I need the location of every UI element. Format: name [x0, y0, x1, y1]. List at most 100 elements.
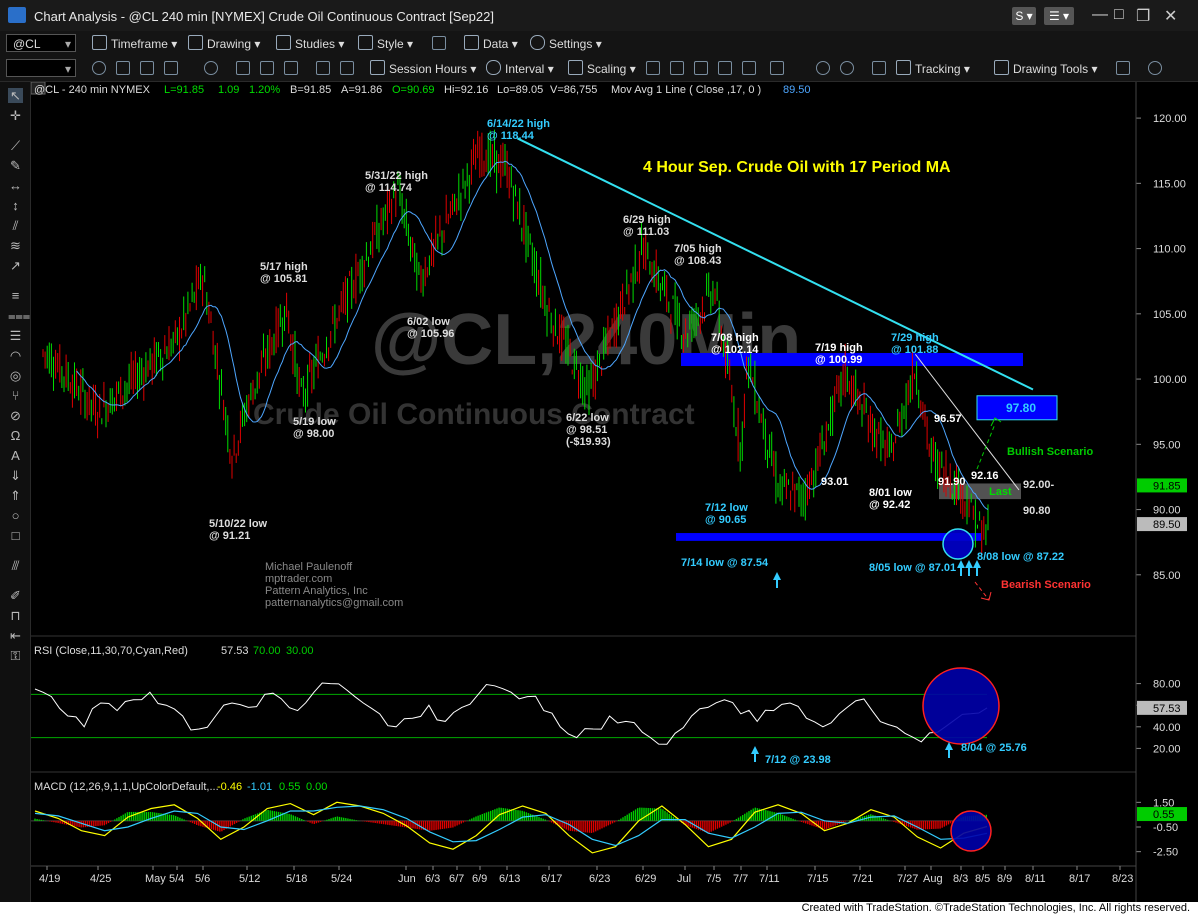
pencil-tool-icon[interactable]: ✎	[8, 158, 23, 173]
settings-menu[interactable]: Settings ▾	[530, 35, 602, 51]
target-label: 97.80	[1006, 401, 1036, 415]
bar-chart-icon[interactable]	[742, 61, 756, 75]
ellipse-icon[interactable]: ○	[8, 508, 23, 523]
bars-icon	[464, 35, 479, 50]
camera-icon[interactable]	[236, 61, 250, 75]
symbol-input[interactable]: @CL ▾	[6, 34, 76, 52]
link-icon[interactable]	[1148, 61, 1162, 75]
parallel-lines-icon[interactable]: ⫽	[8, 218, 23, 233]
ray-icon[interactable]: ↗	[8, 258, 23, 273]
add-window-icon[interactable]	[1116, 61, 1130, 75]
last-price-label: 91.85	[1153, 480, 1181, 492]
magnet-icon[interactable]: ⊓	[8, 608, 23, 623]
legend-low: Lo=89.05	[497, 84, 543, 96]
chart-annotation: 90.80	[1023, 505, 1051, 517]
macd-tick-label: -2.50	[1153, 847, 1178, 859]
date-tick-label: 5/6	[195, 873, 210, 885]
drawing-tools-menu[interactable]: Drawing Tools ▾	[994, 60, 1098, 76]
symbol-link-button[interactable]: S ▾	[1012, 7, 1036, 25]
drawing-menu[interactable]: Drawing ▾	[188, 35, 260, 51]
rsi-annotation-804: 8/04 @ 25.76	[961, 742, 1027, 754]
timeframe-menu[interactable]: Timeframe ▾	[92, 35, 177, 51]
fib-retracement-icon[interactable]: ≡	[8, 288, 23, 303]
chart-annotation: 8/05 low @ 87.01	[869, 562, 956, 574]
date-tick-label: Aug	[923, 873, 943, 885]
bell-icon[interactable]	[284, 61, 298, 75]
pin-icon	[486, 60, 501, 75]
alert-icon[interactable]	[260, 61, 274, 75]
chart-annotation: 7/29 high	[891, 332, 939, 344]
drawing-tools-icon	[994, 60, 1009, 75]
channel-icon[interactable]: ≋	[8, 238, 23, 253]
multi-line-icon[interactable]: ⫻	[8, 558, 23, 573]
expand-icon[interactable]	[770, 61, 784, 75]
price-zone[interactable]	[676, 533, 981, 541]
fib-extension-icon[interactable]: ⩶	[8, 308, 30, 323]
area-chart-icon[interactable]	[718, 61, 732, 75]
minimize-icon[interactable]: —	[1092, 6, 1108, 24]
zoom-in-icon[interactable]	[816, 61, 830, 75]
regression-icon[interactable]: ⊘	[8, 408, 23, 423]
date-tick-label: 5/18	[286, 873, 307, 885]
style-menu[interactable]: Style ▾	[358, 35, 413, 51]
cycle-icon[interactable]: Ω	[8, 428, 23, 443]
chart-svg[interactable]: @CL,240Min Crude Oil Continuous Contract…	[30, 81, 1198, 902]
price-tick-label: 95.00	[1153, 439, 1181, 451]
symbol-list-icon[interactable]	[316, 61, 330, 75]
lock-drawings-icon[interactable]: ⚿	[8, 648, 23, 663]
gann-fan-icon[interactable]: ◠	[8, 348, 23, 363]
macd-pane[interactable]: MACD (12,26,9,1,1,UpColorDefault,... -0.…	[31, 781, 1187, 859]
fib-time-icon[interactable]: ☰	[8, 328, 23, 343]
session-hours-menu[interactable]: Session Hours ▾	[370, 60, 476, 76]
chart-area[interactable]: @CL,240Min Crude Oil Continuous Contract…	[30, 81, 1198, 902]
zoom-reset-icon[interactable]	[204, 61, 218, 75]
crosshair-tool-icon[interactable]: ✛	[8, 108, 23, 123]
target-box[interactable]: 97.80	[976, 395, 1058, 421]
layout-icon[interactable]	[432, 36, 446, 50]
chart-annotation: @ 98.00	[293, 428, 334, 440]
ohlc-icon[interactable]	[670, 61, 684, 75]
pointer-tool-icon[interactable]: ↖	[8, 88, 23, 103]
window-link-button[interactable]: ☰ ▾	[1044, 7, 1074, 25]
refresh-icon[interactable]	[92, 61, 106, 75]
tracking-menu[interactable]: Tracking ▾	[896, 60, 970, 76]
hide-drawings-icon[interactable]: ⇤	[8, 628, 23, 643]
line-chart-icon[interactable]	[694, 61, 708, 75]
grid-icon[interactable]	[116, 61, 130, 75]
horizontal-line-icon[interactable]: ↔	[8, 178, 23, 193]
speed-lines-icon[interactable]: ◎	[8, 368, 23, 383]
candle-icon[interactable]	[646, 61, 660, 75]
close-icon[interactable]: ✕	[1164, 6, 1177, 26]
price-legend: @CL - 240 min NYMEX L=91.85 1.09 1.20% B…	[30, 81, 811, 96]
restore-icon[interactable]: ❐	[1136, 6, 1150, 26]
chart-icon[interactable]	[164, 61, 178, 75]
date-tick-label: 6/29	[635, 873, 656, 885]
data-menu[interactable]: Data ▾	[464, 35, 518, 51]
rsi-last-label: 57.53	[1153, 703, 1181, 715]
interval-menu[interactable]: Interval ▾	[486, 60, 554, 76]
zoom-out-icon[interactable]	[840, 61, 854, 75]
macd-axis: 1.50-0.50-2.500.55	[31, 797, 1187, 859]
date-tick-label: 6/23	[589, 873, 610, 885]
date-tick-label: 8/3	[953, 873, 968, 885]
dots-icon[interactable]	[872, 61, 886, 75]
arrow-down-icon[interactable]: ⇓	[8, 468, 23, 483]
eraser-icon[interactable]: ✐	[8, 588, 23, 603]
studies-menu[interactable]: Studies ▾	[276, 35, 344, 51]
date-tick-label: 5/12	[239, 873, 260, 885]
date-tick-label: 5/4	[169, 873, 184, 885]
rectangle-icon[interactable]: □	[8, 528, 23, 543]
arrow-up-icon[interactable]: ⇑	[8, 488, 23, 503]
scaling-menu[interactable]: Scaling ▾	[568, 60, 636, 76]
interval-input[interactable]: ▾	[6, 59, 76, 77]
trendline-tool-icon[interactable]: ⟋	[8, 138, 23, 153]
news-icon[interactable]	[340, 61, 354, 75]
vertical-line-icon[interactable]: ↕	[8, 198, 23, 213]
rsi-pane[interactable]: RSI (Close,11,30,70,Cyan,Red) 57.53 70.0…	[31, 645, 1187, 766]
price-pane[interactable]: @CL,240Min Crude Oil Continuous Contract…	[30, 81, 1187, 609]
text-tool-icon[interactable]: A	[8, 448, 23, 463]
chart-annotation: @ 105.81	[260, 273, 307, 285]
andrews-fork-icon[interactable]: ⑂	[8, 388, 23, 403]
window-icon[interactable]	[140, 61, 154, 75]
maximize-icon[interactable]: □	[1114, 6, 1124, 24]
